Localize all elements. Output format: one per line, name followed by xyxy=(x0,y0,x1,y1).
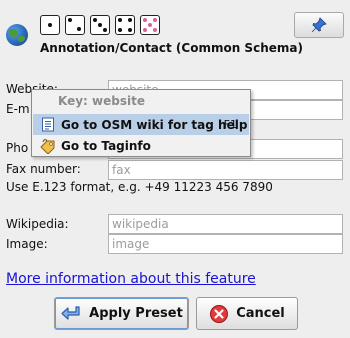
phone-label: Pho xyxy=(6,141,29,155)
image-label: Image: xyxy=(6,237,48,251)
fax-label: Fax number: xyxy=(6,162,81,176)
cancel-button[interactable]: Cancel xyxy=(196,297,298,330)
die-one-icon xyxy=(40,15,60,35)
pushpin-icon xyxy=(311,17,327,33)
wiki-doc-icon xyxy=(38,117,58,132)
fax-input[interactable]: fax xyxy=(108,160,343,180)
tag-help-context-menu: Key: website Go to OSM wiki for tag help… xyxy=(31,89,251,157)
image-input[interactable]: image xyxy=(108,234,343,254)
wikipedia-label: Wikipedia: xyxy=(6,217,69,231)
more-info-link[interactable]: More information about this feature xyxy=(6,271,256,287)
menu-item-osm-wiki-label: Go to OSM wiki for tag help xyxy=(61,117,248,132)
die-five-icon xyxy=(140,15,160,35)
preset-title: Annotation/Contact (Common Schema) xyxy=(40,41,303,55)
die-four-icon xyxy=(115,15,135,35)
apply-preset-label: Apply Preset xyxy=(89,306,183,321)
menu-item-osm-wiki[interactable]: Go to OSM wiki for tag help F1 xyxy=(33,114,249,135)
f1-shortcut: F1 xyxy=(223,118,237,131)
menu-item-taginfo-label: Go to Taginfo xyxy=(61,138,151,153)
email-label: E-m xyxy=(6,102,30,116)
pin-toolbar-button[interactable] xyxy=(294,12,344,38)
phone-format-hint: Use E.123 format, e.g. +49 11223 456 789… xyxy=(6,180,273,194)
die-two-icon xyxy=(65,15,85,35)
cancel-label: Cancel xyxy=(236,306,285,321)
menu-item-taginfo[interactable]: Go to Taginfo xyxy=(33,135,249,156)
taginfo-icon xyxy=(38,138,58,154)
globe-icon xyxy=(6,24,28,46)
menu-key-header: Key: website xyxy=(58,94,145,108)
apply-arrow-icon xyxy=(60,305,82,323)
cancel-icon xyxy=(209,304,229,324)
die-three-icon xyxy=(90,15,110,35)
wikipedia-input[interactable]: wikipedia xyxy=(108,214,343,234)
apply-preset-button[interactable]: Apply Preset xyxy=(54,297,189,330)
